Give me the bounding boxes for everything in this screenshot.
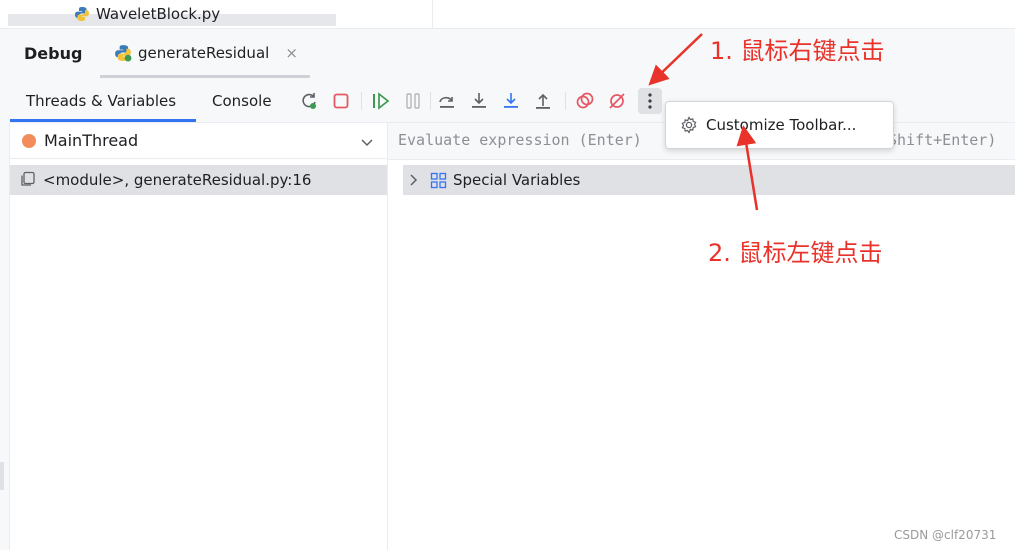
arrow-to-more-button: [648, 33, 703, 86]
annotation-step-2: 2. 鼠标左键点击: [708, 239, 883, 267]
annotation-arrows: [648, 33, 759, 211]
arrow-to-customize-toolbar: [736, 125, 759, 211]
annotation-step-1: 1. 鼠标右键点击: [710, 37, 885, 65]
watermark: CSDN @clf20731: [894, 528, 997, 542]
